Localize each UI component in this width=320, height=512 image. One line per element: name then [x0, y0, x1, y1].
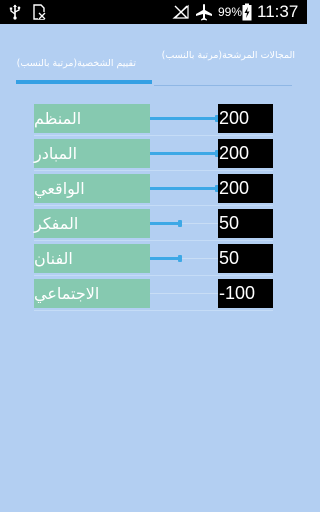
tab-personality-assessment[interactable]: تقييم الشخصية(مرتبة بالنسب) — [0, 24, 154, 88]
selected-tab-indicator — [16, 80, 152, 84]
tab-label: المجالات المرشحة(مرتبة بالنسب) — [161, 50, 295, 61]
score-bar-knob — [178, 220, 182, 227]
usb-icon — [9, 0, 21, 24]
trait-label: الواقعي — [34, 174, 150, 203]
trait-row: المبادر 200 — [0, 139, 307, 171]
score-value: 50 — [218, 244, 273, 273]
score-bar-fill — [150, 152, 218, 155]
battery-percent: 99% — [218, 5, 243, 19]
trait-label: المفكر — [34, 209, 150, 238]
trait-row: المفكر 50 — [0, 209, 307, 241]
score-value: 50 — [218, 209, 273, 238]
score-value: 200 — [218, 104, 273, 133]
tab-suggested-fields[interactable]: المجالات المرشحة(مرتبة بالنسب) — [154, 24, 307, 88]
score-value: 200 — [218, 139, 273, 168]
trait-label: المبادر — [34, 139, 150, 168]
score-bar-fill — [150, 222, 181, 225]
row-divider — [34, 240, 273, 241]
score-bar-track — [150, 293, 218, 294]
battery-charging-icon — [242, 0, 252, 24]
row-divider — [34, 170, 273, 171]
row-divider — [34, 310, 273, 311]
tab-bar: تقييم الشخصية(مرتبة بالنسب) المجالات الم… — [0, 24, 307, 88]
score-value: 200 — [218, 174, 273, 203]
trait-label: الفنان — [34, 244, 150, 273]
airplane-mode-icon — [195, 0, 213, 24]
status-bar: 99% 11:37 — [0, 0, 307, 24]
no-signal-icon — [172, 0, 190, 24]
score-bar-fill — [150, 257, 181, 260]
clock: 11:37 — [257, 2, 299, 21]
row-divider — [34, 135, 273, 136]
trait-row: الواقعي 200 — [0, 174, 307, 206]
trait-row: الاجتماعي -100 — [0, 279, 307, 311]
row-divider — [34, 205, 273, 206]
score-value: -100 — [218, 279, 273, 308]
trait-label: الاجتماعي — [34, 279, 150, 308]
trait-label: المنظم — [34, 104, 150, 133]
score-bar-fill — [150, 187, 218, 190]
row-divider — [34, 275, 273, 276]
tab-label: تقييم الشخصية(مرتبة بالنسب) — [16, 58, 136, 69]
trait-row: المنظم 200 — [0, 104, 307, 136]
score-bar-knob — [178, 255, 182, 262]
score-bar-fill — [150, 117, 218, 120]
trait-row: الفنان 50 — [0, 244, 307, 276]
tab-divider — [154, 85, 292, 86]
sd-card-icon — [31, 0, 47, 24]
